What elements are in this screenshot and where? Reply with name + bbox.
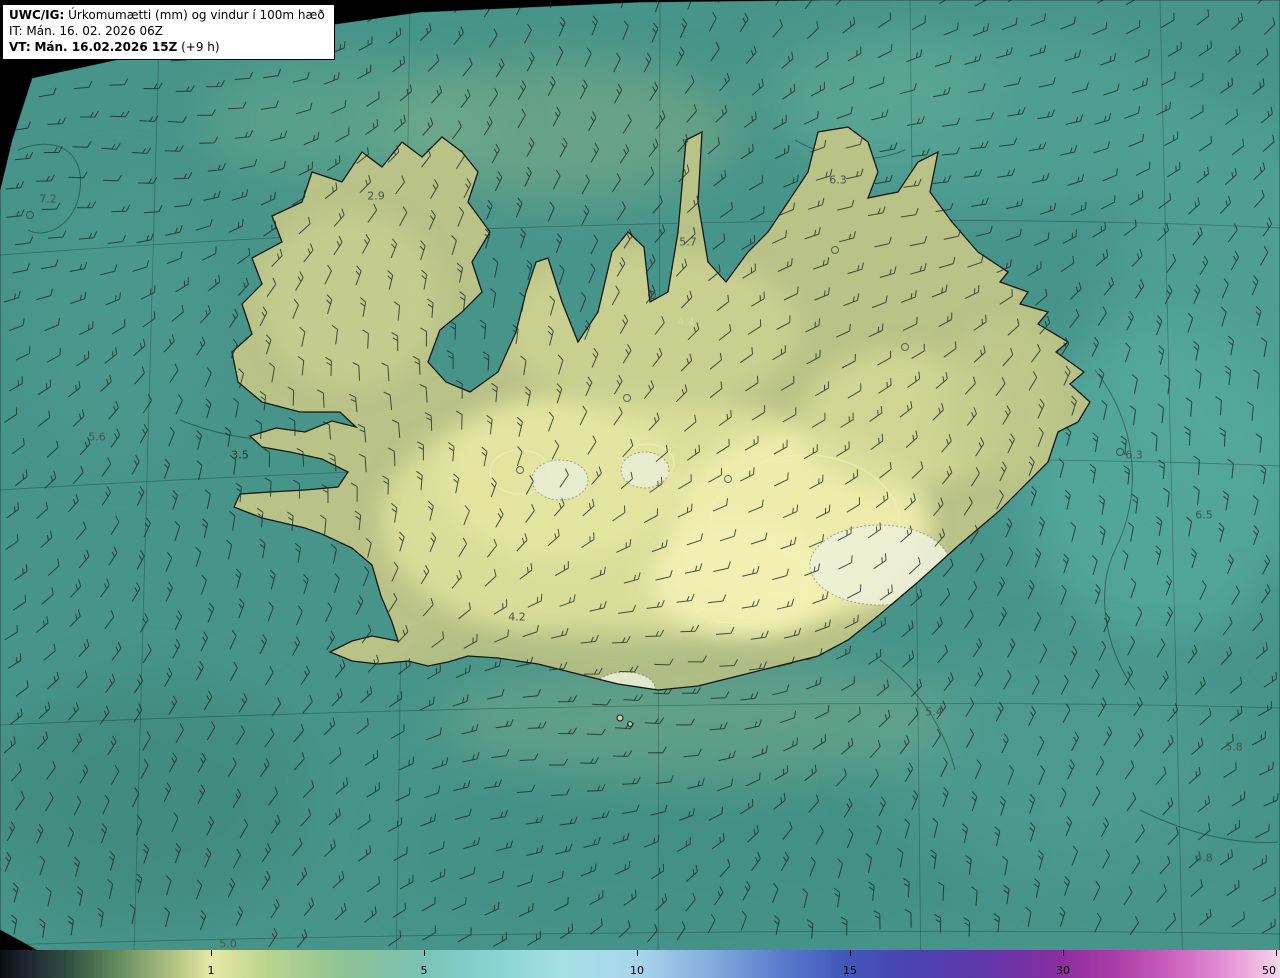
colorbar-tick-mark [1276,950,1277,956]
colorbar-tick-mark [850,950,851,956]
model-label: UWC/IG: [9,8,65,22]
colorbar-tick-mark [424,950,425,956]
colorbar-tick-label: 50 [1262,964,1276,977]
contour-label: 6.3 [829,173,847,187]
contour-label: 4.2 [508,610,526,624]
contour-label: 5.7 [679,235,697,249]
contour-label: 6.3 [1125,448,1143,462]
weather-map-screen: 7.2 2.9 6.3 5.7 4.4 5.6 3.5 6.3 6.5 4.2 5.4 5.8 4.8 5… [0,0,1280,978]
colorbar-tick-label: 15 [843,964,857,977]
colorbar-tick-label: 10 [630,964,644,977]
colorbar-tick-mark [211,950,212,956]
contour-label: 4.8 [1195,851,1213,865]
contour-label: 5.0 [219,937,237,951]
contour-label: 6.5 [1195,508,1213,522]
map-title: Úrkomumætti (mm) og vindur í 100m hæð [68,8,325,22]
contour-label: 2.9 [367,189,385,203]
init-time-line: IT: Mán. 16. 02. 2026 06Z [9,24,325,40]
contour-label: 3.5 [231,448,249,462]
colorbar-tick-mark [1063,950,1064,956]
colorbar: 1 5 10 15 30 50 [0,950,1280,978]
colorbar-tick-mark [637,950,638,956]
valid-time-line: VT: Mán. 16.02.2026 15Z (+9 h) [9,40,325,56]
valid-time: Mán. 16.02.2026 15Z [34,39,178,54]
valid-offset: (+9 h) [181,39,220,54]
colorbar-tick-label: 1 [207,964,215,977]
contour-label: 5.4 [925,705,943,719]
valid-label: VT: [9,39,31,54]
init-time: Mán. 16. 02. 2026 06Z [26,23,164,38]
init-label: IT: [9,23,23,38]
title-line: UWC/IG: Úrkomumætti (mm) og vindur í 100… [9,8,325,24]
contour-label: 4.4 [677,315,695,329]
title-box: UWC/IG: Úrkomumætti (mm) og vindur í 100… [2,4,335,61]
map-canvas [0,0,1280,978]
contour-label: 5.6 [88,430,106,444]
colorbar-tick-label: 30 [1056,964,1070,977]
contour-label: 5.8 [1225,740,1243,754]
colorbar-tick-label: 5 [420,964,428,977]
contour-label: 7.2 [39,192,57,206]
